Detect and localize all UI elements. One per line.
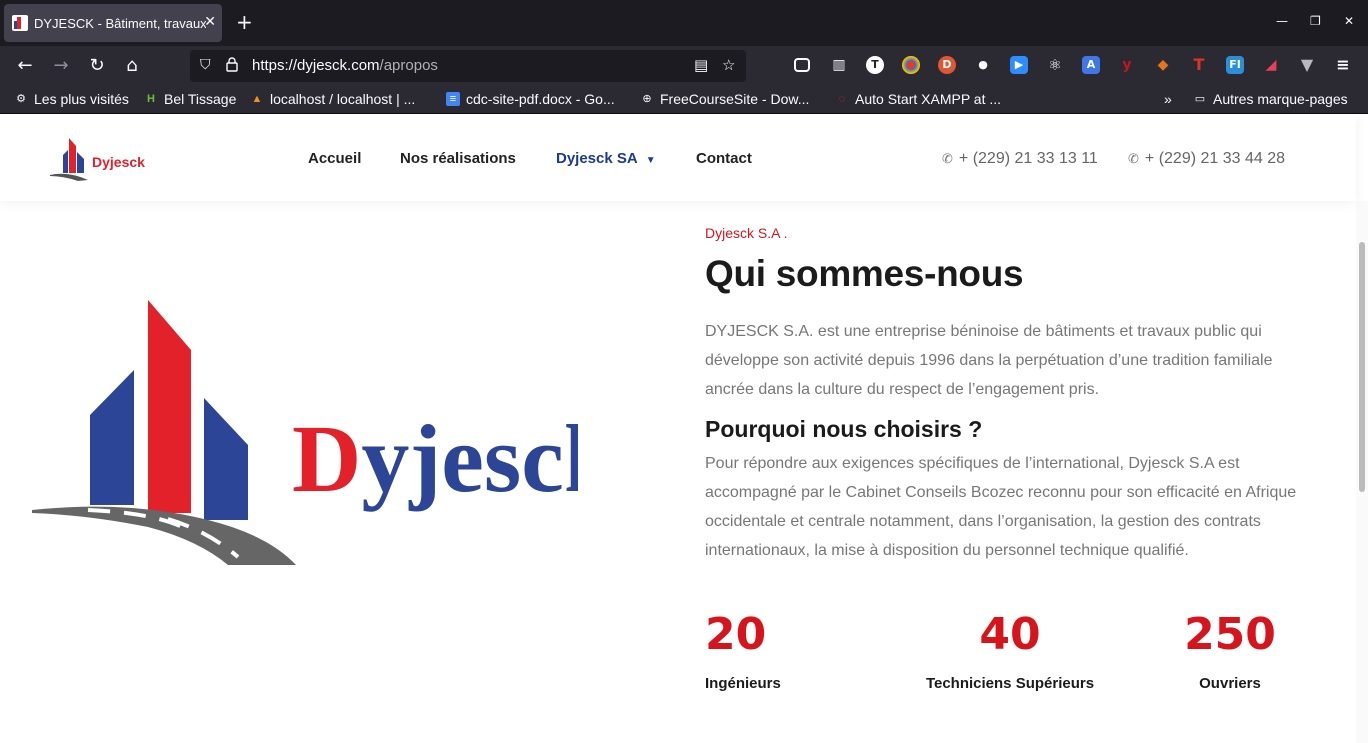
stat-value: 250	[1184, 609, 1276, 660]
new-tab-button[interactable]: +	[236, 10, 253, 34]
stat-technicians: 40 Techniciens Supérieurs	[920, 609, 1100, 692]
eraser-extension-icon[interactable]: ◢	[1262, 56, 1280, 74]
other-bookmarks-folder[interactable]: ▭ Autres marque-pages	[1193, 91, 1348, 107]
bookmark-localhost[interactable]: ▲ localhost / localhost | ...	[250, 91, 416, 107]
restore-window-button[interactable]: ❐	[1310, 14, 1321, 28]
stat-value: 20	[705, 609, 767, 660]
reader-view-icon[interactable]: ▤	[694, 56, 708, 74]
menu-dyjesck-sa[interactable]: Dyjesck SA ▼	[556, 150, 656, 167]
mouse-extension-icon[interactable]: ●	[974, 56, 992, 74]
extension-t-icon[interactable]: T	[866, 56, 884, 74]
bookmark-bel-tissage[interactable]: H Bel Tissage	[144, 91, 236, 107]
why-choose-us-paragraph: Pour répondre aux exigences spécifiques …	[705, 455, 1297, 559]
chevron-down-icon: ▼	[645, 155, 656, 166]
reload-button[interactable]: ↻	[86, 55, 108, 77]
stat-label: Techniciens Supérieurs	[925, 675, 1095, 692]
section-eyebrow: Dyjesck S.A .	[705, 225, 788, 241]
gear-icon: ⚙	[16, 93, 26, 105]
bookmark-cdc-site[interactable]: ≡ cdc-site-pdf.docx - Go...	[446, 91, 615, 107]
menu-nos-realisations[interactable]: Nos réalisations	[400, 150, 516, 167]
pocket-icon[interactable]	[794, 58, 810, 72]
vue-devtools-icon[interactable]: ▼	[1298, 56, 1316, 74]
stat-label: Ouvriers	[1199, 675, 1261, 692]
docs-icon: ≡	[446, 92, 460, 106]
tab-bar: DYJESCK - Bâtiment, travaux ✕ + — ❐ ✕	[0, 0, 1368, 46]
zoom-extension-icon[interactable]: ▶	[1010, 56, 1028, 74]
bookmark-most-visited[interactable]: ⚙ Les plus visités	[14, 91, 129, 107]
intro-paragraph: DYJESCK S.A. est une entreprise béninois…	[705, 323, 1273, 398]
bookmark-freecoursesite[interactable]: ⊕ FreeCourseSite - Dow...	[640, 91, 809, 107]
main-logo-text: Dyjesck	[292, 405, 578, 512]
navigation-toolbar: ← → ↻ ⌂ ⛉ https://dyjesck.com/apropos ▤ …	[0, 46, 1368, 86]
phone-icon: ✆	[1128, 151, 1139, 166]
minimize-window-button[interactable]: —	[1276, 14, 1288, 28]
site-header: Dyjesck Accueil Nos réalisations Dyjesck…	[0, 115, 1356, 201]
menu-accueil[interactable]: Accueil	[308, 150, 361, 167]
globe-icon: ⊕	[642, 93, 652, 105]
tab-title: DYJESCK - Bâtiment, travaux	[34, 15, 206, 31]
close-tab-icon[interactable]: ✕	[204, 14, 216, 30]
close-window-button[interactable]: ✕	[1344, 14, 1354, 28]
url-text[interactable]: https://dyjesck.com/apropos	[252, 57, 438, 74]
metamask-icon[interactable]: ◆	[1154, 56, 1172, 74]
back-button[interactable]: ←	[14, 55, 36, 77]
menu-contact[interactable]: Contact	[696, 150, 752, 167]
extension-t-red-icon[interactable]: T	[1190, 56, 1208, 74]
header-logo[interactable]: Dyjesck	[48, 133, 148, 183]
react-devtools-icon[interactable]: ⚛	[1046, 56, 1064, 74]
browser-tab[interactable]: DYJESCK - Bâtiment, travaux ✕	[4, 4, 222, 42]
why-choose-us-title: Pourquoi nous choisirs ?	[705, 416, 983, 442]
stat-engineers: 20 Ingénieurs	[705, 609, 781, 692]
spinner-icon: ◌	[838, 93, 846, 105]
youtube-extension-icon[interactable]: y	[1118, 56, 1136, 74]
about-section: Dyjesck S.A . Qui sommes-nous DYJESCK S.…	[705, 225, 1345, 565]
phone-icon: ✆	[942, 151, 953, 166]
page-title: Qui sommes-nous	[705, 253, 1024, 294]
bookmark-star-icon[interactable]: ☆	[722, 56, 735, 74]
site-favicon-icon	[12, 15, 28, 31]
translate-extension-icon[interactable]: A	[1082, 56, 1100, 74]
dyjesck-main-logo: Dyjesck	[32, 300, 578, 565]
sidebar-icon[interactable]: ▥	[830, 56, 848, 74]
stat-workers: 250 Ouvriers	[1175, 609, 1285, 692]
duckduckgo-icon[interactable]: D	[938, 56, 956, 74]
menu-dyjesck-sa-label: Dyjesck SA	[556, 150, 638, 167]
tracking-shield-icon[interactable]: ⛉	[200, 57, 211, 73]
url-bar[interactable]: ⛉ https://dyjesck.com/apropos ▤ ☆	[190, 50, 746, 82]
home-button[interactable]: ⌂	[121, 55, 143, 77]
phpmyadmin-icon: ▲	[251, 93, 263, 105]
h-icon: H	[147, 93, 155, 105]
web-page: Dyjesck Accueil Nos réalisations Dyjesck…	[0, 115, 1368, 743]
page-scrollbar[interactable]	[1359, 242, 1365, 492]
forward-button[interactable]: →	[50, 55, 72, 77]
phone-1[interactable]: ✆ + (229) 21 33 13 11	[942, 150, 1098, 168]
header-logo-text: Dyjesck	[92, 154, 145, 170]
app-menu-icon[interactable]: ≡	[1334, 56, 1352, 74]
phone-2[interactable]: ✆ + (229) 21 33 44 28	[1128, 150, 1285, 168]
bookmarks-toolbar: ⚙ Les plus visités H Bel Tissage ▲ localhos…	[0, 86, 1368, 114]
stat-value: 40	[979, 609, 1041, 660]
bookmarks-overflow-icon[interactable]: »	[1164, 91, 1172, 107]
color-picker-extension-icon[interactable]	[902, 56, 920, 74]
stat-label: Ingénieurs	[705, 675, 781, 692]
folder-icon: ▭	[1194, 93, 1206, 105]
extension-fi-icon[interactable]: FI	[1226, 56, 1244, 74]
bookmark-xampp[interactable]: ◌ Auto Start XAMPP at ...	[835, 91, 1001, 107]
lock-icon[interactable]	[226, 57, 238, 76]
